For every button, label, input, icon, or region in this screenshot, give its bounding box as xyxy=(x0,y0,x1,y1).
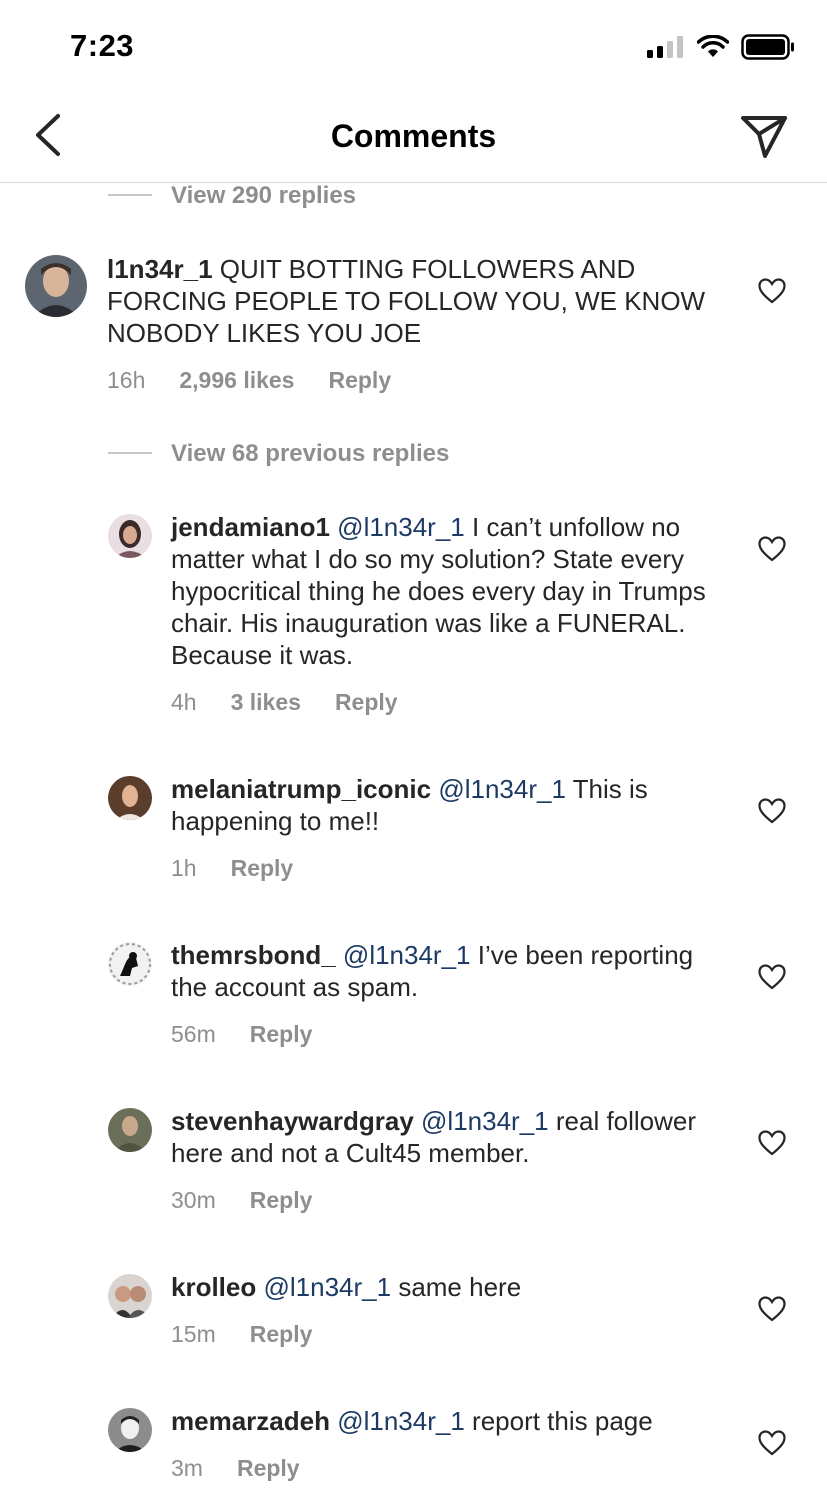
reply-divider xyxy=(108,194,152,196)
heart-outline-icon[interactable] xyxy=(758,964,786,990)
status-bar: 7:23 xyxy=(0,0,827,90)
nav-bar: Comments xyxy=(0,90,827,183)
battery-icon xyxy=(741,34,794,60)
comment-username[interactable]: l1n34r_1 xyxy=(107,254,213,284)
share-button[interactable] xyxy=(739,112,789,162)
heart-outline-icon[interactable] xyxy=(758,536,786,562)
reply-divider xyxy=(108,452,152,454)
reply-meta: 56m Reply xyxy=(171,1021,312,1048)
reply-time: 56m xyxy=(171,1021,216,1047)
comment-likes[interactable]: 2,996 likes xyxy=(179,367,294,394)
heart-outline-icon[interactable] xyxy=(758,1296,786,1322)
reply-time: 15m xyxy=(171,1321,216,1347)
heart-outline-icon[interactable] xyxy=(758,278,786,304)
avatar[interactable] xyxy=(108,514,152,558)
reply-time: 4h xyxy=(171,689,197,715)
reply-username[interactable]: melaniatrump_iconic xyxy=(171,774,431,804)
user-avatar-icon xyxy=(108,942,152,986)
mention-link[interactable]: @l1n34r_1 xyxy=(337,1406,465,1436)
user-avatar-icon xyxy=(108,1274,152,1318)
reply-meta: 4h 3 likes Reply xyxy=(171,689,398,716)
reply-likes[interactable]: 3 likes xyxy=(231,689,301,716)
reply-body: themrsbond_ @l1n34r_1 I’ve been reportin… xyxy=(171,939,731,1003)
status-time: 7:23 xyxy=(70,28,135,63)
reply-meta: 3m Reply xyxy=(171,1455,300,1482)
reply-button[interactable]: Reply xyxy=(328,367,391,394)
heart-outline-icon[interactable] xyxy=(758,798,786,824)
reply-body: krolleo @l1n34r_1 same here xyxy=(171,1271,731,1303)
reply-body: jendamiano1 @l1n34r_1 I can’t unfollow n… xyxy=(171,511,731,671)
reply-username[interactable]: themrsbond_ xyxy=(171,940,336,970)
avatar[interactable] xyxy=(108,1108,152,1152)
mention-link[interactable]: @l1n34r_1 xyxy=(337,512,465,542)
paper-plane-icon xyxy=(741,116,787,158)
comment-body: l1n34r_1 QUIT BOTTING FOLLOWERS AND FORC… xyxy=(107,253,707,349)
avatar[interactable] xyxy=(108,942,152,986)
reply-username[interactable]: jendamiano1 xyxy=(171,512,330,542)
view-replies-link[interactable]: View 290 replies xyxy=(171,183,356,210)
view-previous-replies-link[interactable]: View 68 previous replies xyxy=(171,440,449,468)
comments-feed[interactable]: View 290 replies l1n34r_1 QUIT BOTTING F… xyxy=(0,183,827,1497)
reply-body: melaniatrump_iconic @l1n34r_1 This is ha… xyxy=(171,773,731,837)
reply-username[interactable]: memarzadeh xyxy=(171,1406,330,1436)
reply-button[interactable]: Reply xyxy=(237,1455,300,1482)
reply-meta: 1h Reply xyxy=(171,855,293,882)
reply-time: 3m xyxy=(171,1455,203,1481)
reply-text: same here xyxy=(398,1272,522,1302)
reply-button[interactable]: Reply xyxy=(250,1321,313,1348)
user-avatar-icon xyxy=(108,776,152,820)
user-avatar-icon xyxy=(108,514,152,558)
avatar[interactable] xyxy=(108,1274,152,1318)
wifi-icon xyxy=(697,35,729,57)
page-title: Comments xyxy=(330,118,497,154)
comment-time: 16h xyxy=(107,367,146,393)
reply-button[interactable]: Reply xyxy=(250,1021,313,1048)
heart-outline-icon[interactable] xyxy=(758,1130,786,1156)
reply-body: memarzadeh @l1n34r_1 report this page xyxy=(171,1405,731,1437)
avatar[interactable] xyxy=(108,776,152,820)
status-icons xyxy=(647,34,795,60)
user-avatar-icon xyxy=(108,1108,152,1152)
mention-link[interactable]: @l1n34r_1 xyxy=(438,774,566,804)
heart-outline-icon[interactable] xyxy=(758,1430,786,1456)
reply-body: stevenhaywardgray @l1n34r_1 real followe… xyxy=(171,1105,731,1169)
reply-time: 1h xyxy=(171,855,197,881)
reply-button[interactable]: Reply xyxy=(231,855,294,882)
avatar[interactable] xyxy=(108,1408,152,1452)
mention-link[interactable]: @l1n34r_1 xyxy=(421,1106,549,1136)
user-avatar-icon xyxy=(108,1408,152,1452)
reply-meta: 15m Reply xyxy=(171,1321,312,1348)
mention-link[interactable]: @l1n34r_1 xyxy=(343,940,471,970)
reply-time: 30m xyxy=(171,1187,216,1213)
reply-button[interactable]: Reply xyxy=(250,1187,313,1214)
reply-username[interactable]: stevenhaywardgray xyxy=(171,1106,414,1136)
mention-link[interactable]: @l1n34r_1 xyxy=(263,1272,391,1302)
reply-username[interactable]: krolleo xyxy=(171,1272,256,1302)
cellular-signal-icon xyxy=(647,36,683,58)
user-avatar-icon xyxy=(25,255,87,317)
reply-text: report this page xyxy=(472,1406,653,1436)
comment-meta: 16h 2,996 likes Reply xyxy=(107,367,391,394)
reply-meta: 30m Reply xyxy=(171,1187,312,1214)
reply-button[interactable]: Reply xyxy=(335,689,398,716)
avatar[interactable] xyxy=(25,255,87,317)
